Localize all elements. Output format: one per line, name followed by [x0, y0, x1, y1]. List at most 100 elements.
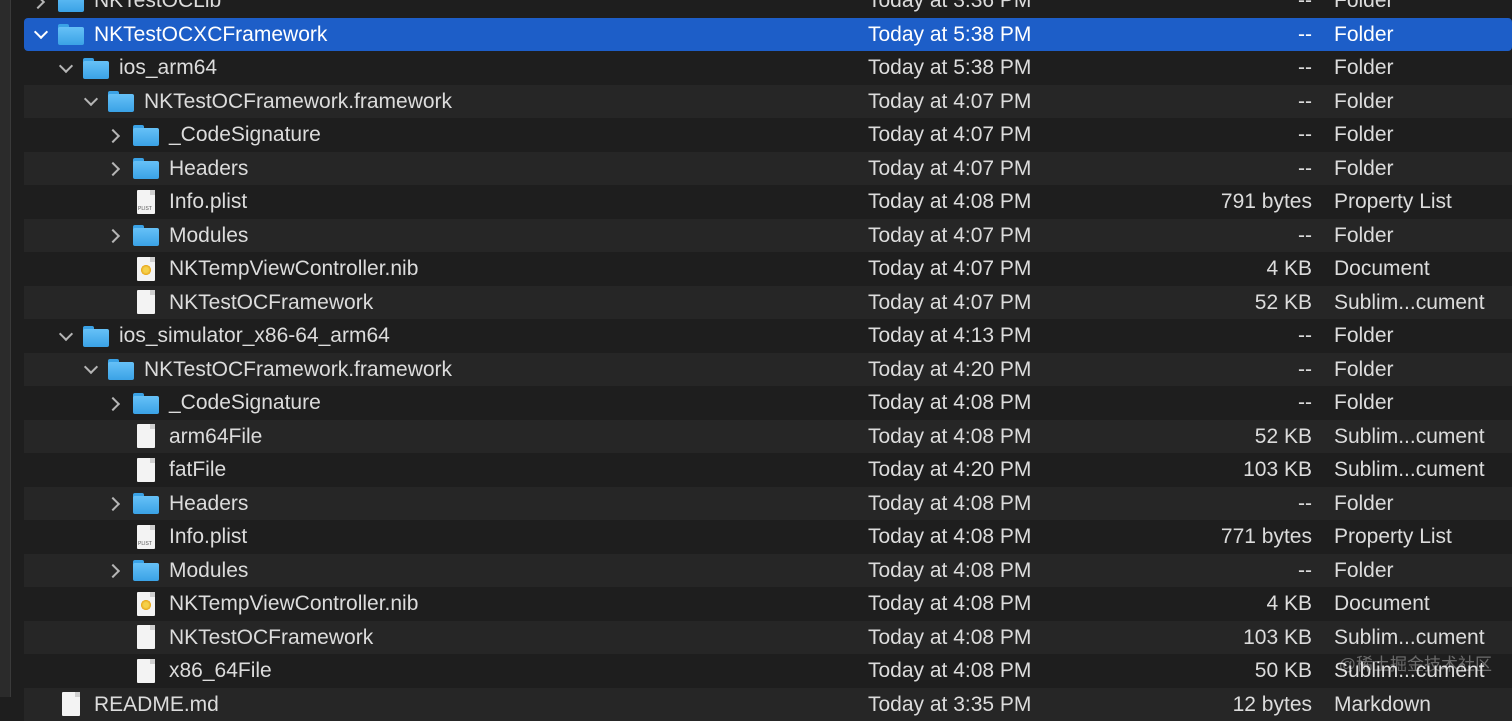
file-name-cell: arm64File [107, 420, 262, 454]
file-row[interactable]: NKTestOCFrameworkToday at 4:07 PM52 KBSu… [24, 286, 1512, 320]
date-modified-cell: Today at 4:08 PM [868, 654, 1031, 688]
date-modified-cell: Today at 5:38 PM [868, 51, 1031, 85]
date-modified-cell: Today at 4:07 PM [868, 118, 1031, 152]
file-row[interactable]: ModulesToday at 4:07 PM--Folder [24, 219, 1512, 253]
chevron-down-icon[interactable] [82, 93, 98, 109]
size-cell: 52 KB [1124, 420, 1312, 454]
date-modified-cell: Today at 4:08 PM [868, 520, 1031, 554]
date-modified-cell: Today at 4:08 PM [868, 587, 1031, 621]
date-modified-cell: Today at 4:07 PM [868, 286, 1031, 320]
size-cell: -- [1124, 18, 1312, 52]
kind-cell: Sublim...cument [1334, 286, 1485, 320]
date-modified-cell: Today at 4:13 PM [868, 319, 1031, 353]
kind-cell: Folder [1334, 319, 1394, 353]
file-row[interactable]: NKTestOCFramework.framework Today at 4:07… [24, 85, 1512, 119]
chevron-down-icon[interactable] [32, 26, 48, 42]
kind-cell: Folder [1334, 152, 1394, 186]
chevron-down-icon[interactable] [57, 60, 73, 76]
chevron-down-icon[interactable] [57, 328, 73, 344]
folder-icon [133, 560, 159, 580]
size-cell: 50 KB [1124, 654, 1312, 688]
file-row[interactable]: HeadersToday at 4:08 PM--Folder [24, 487, 1512, 521]
kind-cell: Folder [1334, 353, 1394, 387]
file-row[interactable]: NKTempViewController.nibToday at 4:08 PM… [24, 587, 1512, 621]
date-modified-cell: Today at 4:08 PM [868, 554, 1031, 588]
date-modified-cell: Today at 5:38 PM [868, 18, 1031, 52]
file-icon [137, 424, 155, 448]
date-modified-cell: Today at 4:07 PM [868, 152, 1031, 186]
file-row[interactable]: x86_64FileToday at 4:08 PM50 KBSublim...… [24, 654, 1512, 688]
plist-icon [137, 525, 155, 549]
file-row[interactable]: NKTestOCLibToday at 3:36 PM--Folder [24, 0, 1512, 18]
chevron-right-icon[interactable] [107, 127, 123, 143]
kind-cell: Folder [1334, 386, 1394, 420]
file-name-cell: Modules [107, 219, 248, 253]
folder-icon [83, 326, 109, 346]
folder-icon [133, 125, 159, 145]
file-name-label: Headers [169, 152, 248, 186]
chevron-right-icon[interactable] [107, 160, 123, 176]
chevron-right-icon[interactable] [107, 495, 123, 511]
kind-cell: Markdown [1334, 688, 1431, 721]
date-modified-cell: Today at 4:20 PM [868, 353, 1031, 387]
file-name-cell: Info.plist [107, 185, 247, 219]
chevron-down-icon[interactable] [82, 361, 98, 377]
file-row[interactable]: _CodeSignatureToday at 4:08 PM--Folder [24, 386, 1512, 420]
kind-cell: Folder [1334, 554, 1394, 588]
chevron-right-icon[interactable] [107, 395, 123, 411]
kind-cell: Sublim...cument [1334, 420, 1485, 454]
file-row[interactable]: Info.plistToday at 4:08 PM771 bytesPrope… [24, 520, 1512, 554]
file-row[interactable]: NKTestOCFrameworkToday at 4:08 PM103 KBS… [24, 621, 1512, 655]
file-row[interactable]: NKTestOCFramework.framework Today at 4:20… [24, 353, 1512, 387]
kind-cell: Folder [1334, 18, 1394, 52]
date-modified-cell: Today at 4:08 PM [868, 487, 1031, 521]
file-name-cell: README.md [32, 688, 219, 721]
size-cell: -- [1124, 51, 1312, 85]
file-row[interactable]: _CodeSignatureToday at 4:07 PM--Folder [24, 118, 1512, 152]
file-name-cell: Headers [107, 152, 248, 186]
file-icon [137, 625, 155, 649]
date-modified-cell: Today at 4:08 PM [868, 621, 1031, 655]
chevron-right-icon[interactable] [32, 0, 48, 9]
file-row[interactable]: Modules Today at 4:08 PM -- Folder [24, 554, 1512, 588]
file-name-label: Modules [169, 554, 248, 588]
file-row[interactable]: Headers Today at 4:07 PM -- Folder [24, 152, 1512, 186]
file-row[interactable]: fatFileToday at 4:20 PM103 KBSublim...cu… [24, 453, 1512, 487]
file-name-label: arm64File [169, 420, 262, 454]
chevron-right-icon[interactable] [107, 227, 123, 243]
size-cell: -- [1124, 386, 1312, 420]
kind-cell: Folder [1334, 487, 1394, 521]
file-row[interactable]: README.mdToday at 3:35 PM12 bytesMarkdow… [24, 688, 1512, 721]
folder-icon [133, 493, 159, 513]
file-name-label: NKTestOCFramework.framework [144, 353, 452, 387]
file-name-cell: NKTempViewController.nib [107, 252, 418, 286]
file-name-cell: NKTestOCFramework [107, 286, 373, 320]
file-row[interactable]: ios_simulator_x86-64_arm64Today at 4:13 … [24, 319, 1512, 353]
size-cell: -- [1124, 152, 1312, 186]
file-row[interactable]: ios_arm64Today at 5:38 PM--Folder [24, 51, 1512, 85]
file-name-cell: NKTestOCFramework.framework [82, 85, 452, 119]
file-row[interactable]: arm64FileToday at 4:08 PM52 KBSublim...c… [24, 420, 1512, 454]
file-name-cell: NKTestOCFramework [107, 621, 373, 655]
file-name-cell: _CodeSignature [107, 118, 321, 152]
file-name-label: _CodeSignature [169, 386, 321, 420]
file-name-label: x86_64File [169, 654, 272, 688]
file-icon [137, 659, 155, 683]
file-name-label: fatFile [169, 453, 226, 487]
chevron-right-icon[interactable] [107, 562, 123, 578]
size-cell: -- [1124, 353, 1312, 387]
file-name-cell: Headers [107, 487, 248, 521]
file-name-cell: fatFile [107, 453, 226, 487]
file-row[interactable]: NKTestOCXCFrameworkToday at 5:38 PM--Fol… [24, 18, 1512, 52]
file-row[interactable]: Info.plistToday at 4:08 PM791 bytesPrope… [24, 185, 1512, 219]
size-cell: 12 bytes [1124, 688, 1312, 721]
file-name-label: Info.plist [169, 520, 247, 554]
file-icon [62, 692, 80, 716]
size-cell: -- [1124, 554, 1312, 588]
file-name-cell: NKTestOCFramework.framework [82, 353, 452, 387]
date-modified-cell: Today at 4:07 PM [868, 85, 1031, 119]
kind-cell: Folder [1334, 118, 1394, 152]
file-row[interactable]: NKTempViewController.nibToday at 4:07 PM… [24, 252, 1512, 286]
kind-cell: Folder [1334, 85, 1394, 119]
file-name-label: NKTestOCFramework.framework [144, 85, 452, 119]
